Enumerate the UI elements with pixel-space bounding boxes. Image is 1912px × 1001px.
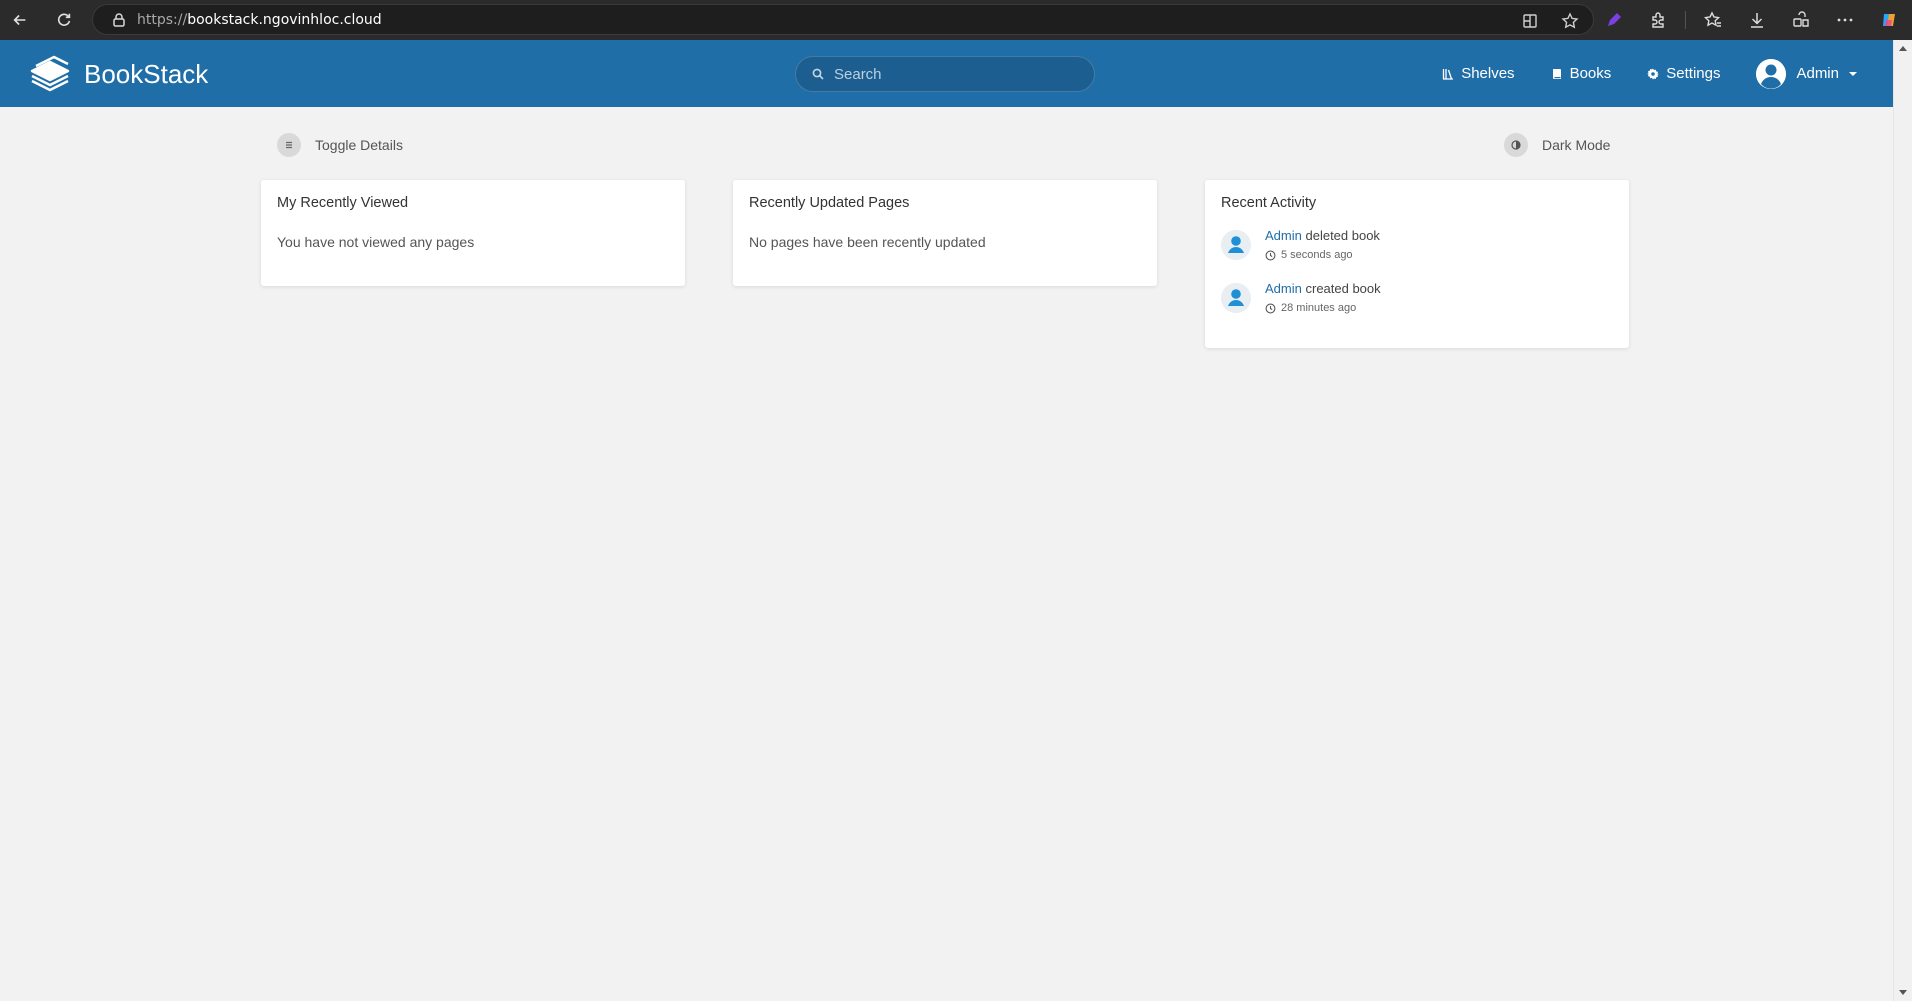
recently-updated-title: Recently Updated Pages (733, 180, 1157, 211)
activity-text: Admin created book (1265, 281, 1381, 296)
reload-icon (55, 11, 73, 29)
recently-updated-empty-message: No pages have been recently updated (733, 211, 1157, 268)
recently-viewed-title: My Recently Viewed (261, 180, 685, 211)
extension-pen-button[interactable] (1597, 3, 1631, 37)
lock-icon (111, 12, 127, 28)
extensions-button[interactable] (1641, 3, 1675, 37)
more-dots-icon (1836, 11, 1854, 29)
shelves-icon (1442, 68, 1454, 80)
address-bar-actions (1521, 5, 1579, 36)
app-available-icon[interactable] (1521, 12, 1539, 30)
activity-item: Admin deleted book 5 seconds ago (1205, 228, 1629, 261)
activity-content: Admin created book 28 minutes ago (1265, 281, 1381, 314)
back-button[interactable] (0, 0, 40, 40)
nav-shelves-link[interactable]: Shelves (1442, 65, 1514, 82)
collections-icon (1792, 11, 1810, 29)
toggle-details-button[interactable]: Toggle Details (277, 133, 403, 157)
nav-settings-label: Settings (1666, 65, 1720, 82)
header-nav: Shelves Books Settings Admin (1442, 40, 1893, 107)
downloads-button[interactable] (1740, 3, 1774, 37)
favorite-star-icon[interactable] (1561, 12, 1579, 30)
activity-action: deleted book (1305, 228, 1379, 243)
recently-viewed-empty-message: You have not viewed any pages (261, 211, 685, 268)
pen-icon (1605, 11, 1623, 29)
caret-down-icon (1849, 70, 1857, 78)
nav-books-label: Books (1570, 65, 1612, 82)
url-scheme: https:// (137, 12, 187, 28)
activity-content: Admin deleted book 5 seconds ago (1265, 228, 1380, 261)
more-options-button[interactable] (1828, 3, 1862, 37)
toggle-details-label: Toggle Details (315, 137, 403, 153)
favorites-button[interactable] (1696, 3, 1730, 37)
book-icon (1551, 68, 1563, 80)
activity-text: Admin deleted book (1265, 228, 1380, 243)
activity-timestamp: 28 minutes ago (1265, 302, 1381, 314)
page-scrollbar[interactable] (1893, 40, 1912, 1001)
dark-mode-label: Dark Mode (1542, 137, 1610, 153)
recently-viewed-card: My Recently Viewed You have not viewed a… (261, 180, 685, 286)
copilot-button[interactable] (1872, 3, 1906, 37)
activity-time-text: 28 minutes ago (1281, 302, 1356, 314)
toggle-details-icon-wrap (277, 133, 301, 157)
dark-mode-button[interactable]: Dark Mode (1504, 133, 1610, 157)
activity-user-link[interactable]: Admin (1265, 281, 1302, 296)
back-arrow-icon (11, 11, 29, 29)
activity-item: Admin created book 28 minutes ago (1205, 281, 1629, 314)
browser-toolbar: https://bookstack.ngovinhloc.cloud (0, 0, 1912, 40)
reload-button[interactable] (44, 0, 84, 40)
recently-updated-card: Recently Updated Pages No pages have bee… (733, 180, 1157, 286)
url-host: bookstack.ngovinhloc.cloud (187, 12, 382, 28)
search-box[interactable] (795, 56, 1095, 92)
activity-action: created book (1305, 281, 1380, 296)
clock-icon (1265, 303, 1276, 314)
activity-user-avatar[interactable] (1221, 283, 1251, 313)
search-icon (812, 68, 824, 80)
dark-mode-icon-wrap (1504, 133, 1528, 157)
recent-activity-title: Recent Activity (1205, 180, 1629, 211)
search-input[interactable] (834, 66, 1074, 83)
favorites-icon (1704, 11, 1722, 29)
app-name: BookStack (84, 59, 208, 90)
nav-books-link[interactable]: Books (1551, 65, 1612, 82)
bookstack-logo-icon (28, 54, 72, 94)
toolbar-divider (1685, 11, 1686, 29)
recent-activity-card: Recent Activity Admin deleted book 5 sec… (1205, 180, 1629, 348)
list-details-icon (283, 139, 295, 151)
copilot-icon (1880, 11, 1898, 29)
user-menu-toggle[interactable]: Admin (1756, 59, 1857, 89)
address-bar[interactable]: https://bookstack.ngovinhloc.cloud (92, 4, 1594, 35)
home-logo-link[interactable]: BookStack (28, 54, 208, 94)
puzzle-icon (1649, 11, 1667, 29)
activity-user-link[interactable]: Admin (1265, 228, 1302, 243)
scroll-down-arrow-icon[interactable] (1898, 987, 1908, 997)
collections-button[interactable] (1784, 3, 1818, 37)
half-moon-icon (1510, 139, 1522, 151)
user-avatar-icon (1221, 230, 1251, 260)
activity-user-avatar[interactable] (1221, 230, 1251, 260)
user-name: Admin (1796, 65, 1839, 82)
url-text: https://bookstack.ngovinhloc.cloud (137, 12, 382, 28)
activity-timestamp: 5 seconds ago (1265, 249, 1380, 261)
clock-icon (1265, 250, 1276, 261)
browser-actions (1597, 0, 1906, 40)
user-avatar (1756, 59, 1786, 89)
scroll-up-arrow-icon[interactable] (1898, 44, 1908, 54)
user-avatar-icon (1221, 283, 1251, 313)
user-avatar-icon (1756, 59, 1786, 89)
download-icon (1748, 11, 1766, 29)
nav-shelves-label: Shelves (1461, 65, 1514, 82)
app-header: BookStack Shelves Books Settings Admin (0, 40, 1893, 107)
activity-time-text: 5 seconds ago (1281, 249, 1353, 261)
nav-settings-link[interactable]: Settings (1647, 65, 1720, 82)
gear-icon (1647, 68, 1659, 80)
